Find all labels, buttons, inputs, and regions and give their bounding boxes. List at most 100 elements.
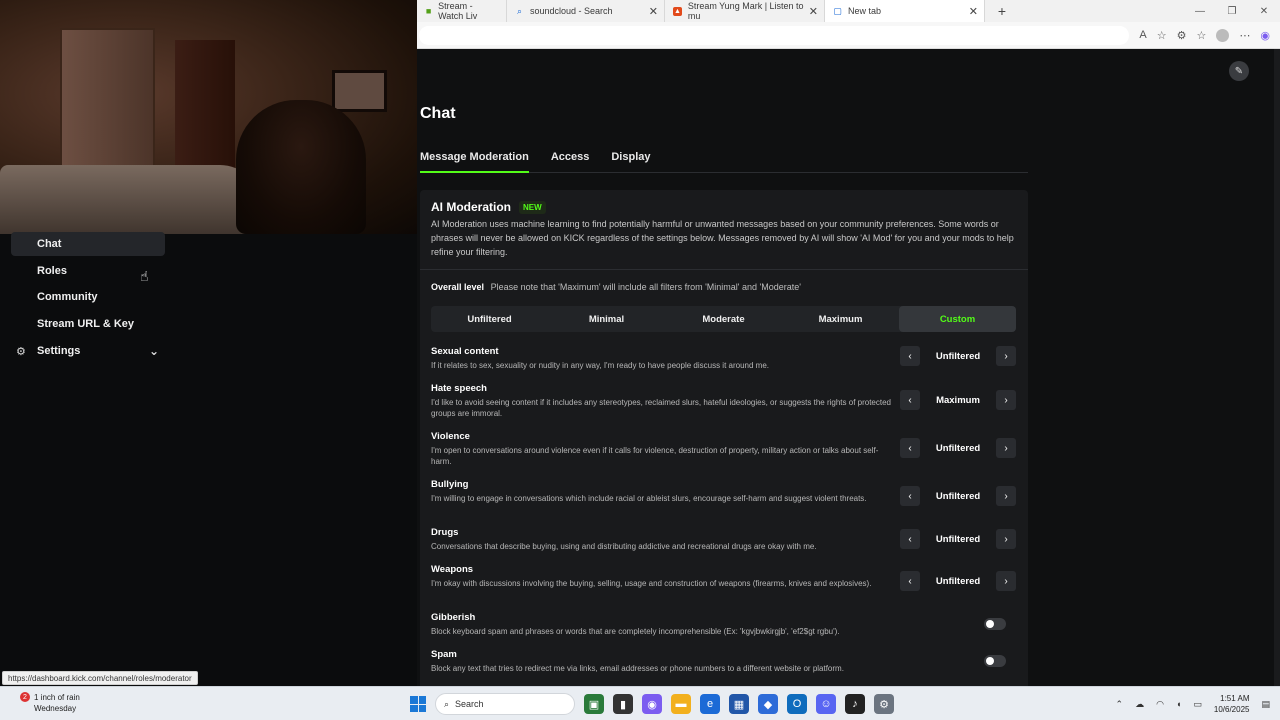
category-weapons: Weapons I'm okay with discussions involv… xyxy=(431,564,1016,591)
chevron-right-icon[interactable]: › xyxy=(996,571,1016,591)
extension-icon[interactable]: ⚙ xyxy=(1177,29,1187,42)
profile-avatar[interactable] xyxy=(1216,28,1230,42)
system-tray: ⌃ ☁ ◠ ◖ ▭ 1:51 AM 10/6/2025 ▤ xyxy=(1116,693,1270,715)
chevron-right-icon[interactable]: › xyxy=(996,486,1016,506)
chevron-left-icon[interactable]: ‹ xyxy=(900,346,920,366)
browser-tab-soundcloud-search[interactable]: ⌕ soundcloud - Search ✕ xyxy=(507,0,665,22)
sidebar-item-stream-url-key[interactable]: Stream URL & Key xyxy=(11,312,165,336)
category-description: I'm open to conversations around violenc… xyxy=(431,446,879,466)
sidebar-item-label: Roles xyxy=(37,265,67,277)
windows-taskbar: 2 1 inch of rain Wednesday ⌕ Search ▣ ▮ … xyxy=(0,686,1280,720)
level-option-moderate[interactable]: Moderate xyxy=(665,306,782,332)
webcam-wall-frame xyxy=(332,70,387,112)
chevron-right-icon[interactable]: › xyxy=(996,529,1016,549)
gibberish-toggle[interactable] xyxy=(984,618,1006,630)
store-icon[interactable]: ▦ xyxy=(729,694,749,714)
category-violence: Violence I'm open to conversations aroun… xyxy=(431,431,1016,467)
battery-icon[interactable]: ▭ xyxy=(1193,699,1202,710)
url-input[interactable] xyxy=(419,25,1130,45)
sidebar-item-chat[interactable]: Chat xyxy=(11,232,165,256)
browser-tab-soundcloud-stream[interactable]: ▲ Stream Yung Mark | Listen to mu ✕ xyxy=(665,0,825,22)
category-hate-speech: Hate speech I'd like to avoid seeing con… xyxy=(431,383,1016,419)
more-menu-icon[interactable]: ⋯ xyxy=(1239,29,1250,42)
webcam-bed xyxy=(0,165,260,234)
close-icon[interactable]: ✕ xyxy=(969,5,978,18)
tab-access[interactable]: Access xyxy=(551,145,590,173)
chevron-right-icon[interactable]: › xyxy=(996,438,1016,458)
chevron-left-icon[interactable]: ‹ xyxy=(900,571,920,591)
sidebar-item-community[interactable]: Community xyxy=(11,285,165,309)
read-aloud-icon[interactable]: A xyxy=(1139,29,1146,41)
spam-toggle[interactable] xyxy=(984,655,1006,667)
clock[interactable]: 1:51 AM 10/6/2025 xyxy=(1214,693,1250,715)
user-avatar[interactable]: ✎ xyxy=(1229,61,1249,81)
category-level-value: Unfiltered xyxy=(935,442,981,454)
chevron-left-icon[interactable]: ‹ xyxy=(900,390,920,410)
level-option-unfiltered[interactable]: Unfiltered xyxy=(431,306,548,332)
soundcloud-icon: ▲ xyxy=(673,6,682,16)
notifications-icon[interactable]: ▤ xyxy=(1261,699,1270,710)
category-level-value: Unfiltered xyxy=(935,490,981,502)
new-tab-button[interactable]: + xyxy=(991,0,1013,22)
outlook-icon[interactable]: O xyxy=(787,694,807,714)
category-description: I'm okay with discussions involving the … xyxy=(431,579,872,588)
browser-tab-kick[interactable]: ■ Stream - Watch Liv xyxy=(417,0,507,22)
dropbox-icon[interactable]: ◆ xyxy=(758,694,778,714)
taskbar-center: ⌕ Search ▣ ▮ ◉ ▬ e ▦ ◆ O ☺ ♪ ⚙ xyxy=(410,693,894,715)
toggle-description: Block keyboard spam and phrases or words… xyxy=(431,627,840,636)
webcam-overlay xyxy=(0,0,417,234)
level-option-custom[interactable]: Custom xyxy=(899,306,1016,332)
browser-tab-bar: ■ Stream - Watch Liv ⌕ soundcloud - Sear… xyxy=(417,0,1280,22)
search-icon: ⌕ xyxy=(516,5,523,16)
chevron-right-icon[interactable]: › xyxy=(995,390,1016,410)
close-icon[interactable]: ✕ xyxy=(649,5,658,18)
close-window-icon[interactable]: ✕ xyxy=(1248,0,1280,22)
sidebar-item-settings[interactable]: ⚙ Settings ⌄ xyxy=(11,339,165,363)
favorite-star-icon[interactable]: ☆ xyxy=(1157,29,1167,42)
category-level-stepper: ‹ Unfiltered › xyxy=(900,529,1016,549)
chevron-right-icon[interactable]: › xyxy=(996,346,1016,366)
tab-display[interactable]: Display xyxy=(611,145,650,173)
chevron-left-icon[interactable]: ‹ xyxy=(900,486,920,506)
copilot-taskbar-icon[interactable]: ◉ xyxy=(642,694,662,714)
favorites-icon[interactable]: ☆ xyxy=(1197,29,1207,42)
chevron-left-icon[interactable]: ‹ xyxy=(900,529,920,549)
category-level-stepper: ‹ Unfiltered › xyxy=(900,346,1016,366)
volume-icon[interactable]: ◖ xyxy=(1176,699,1181,709)
window-controls: — ❐ ✕ xyxy=(1184,0,1280,22)
close-icon[interactable]: ✕ xyxy=(809,5,818,18)
main-scrollbar[interactable] xyxy=(1274,49,1280,686)
toggle-gibberish: Gibberish Block keyboard spam and phrase… xyxy=(431,612,1016,637)
media-app-icon[interactable]: ♪ xyxy=(845,694,865,714)
minimize-icon[interactable]: — xyxy=(1184,0,1216,22)
weather-line-2: Wednesday xyxy=(34,704,77,713)
windows-start-icon[interactable] xyxy=(410,696,426,712)
copilot-icon[interactable]: ◉ xyxy=(1260,29,1270,42)
level-option-maximum[interactable]: Maximum xyxy=(782,306,899,332)
category-bullying: Bullying I'm willing to engage in conver… xyxy=(431,479,1016,506)
settings-gear-icon[interactable]: ⚙ xyxy=(874,694,894,714)
chevron-down-icon[interactable]: ⌄ xyxy=(149,344,159,358)
overall-level-selector: Unfiltered Minimal Moderate Maximum Cust… xyxy=(431,306,1016,332)
wifi-icon[interactable]: ◠ xyxy=(1156,699,1164,710)
browser-tab-new-tab[interactable]: ▢ New tab ✕ xyxy=(825,0,985,22)
level-option-minimal[interactable]: Minimal xyxy=(548,306,665,332)
edge-browser-icon[interactable]: e xyxy=(700,694,720,714)
file-explorer-icon[interactable]: ▬ xyxy=(671,694,691,714)
search-icon: ⌕ xyxy=(444,698,450,709)
chevron-left-icon[interactable]: ‹ xyxy=(900,438,920,458)
chevron-up-icon[interactable]: ⌃ xyxy=(1116,699,1124,710)
maximize-icon[interactable]: ❐ xyxy=(1216,0,1248,22)
tab-message-moderation[interactable]: Message Moderation xyxy=(420,145,529,173)
weather-widget[interactable]: 2 1 inch of rain Wednesday xyxy=(18,692,80,714)
discord-icon[interactable]: ☺ xyxy=(816,694,836,714)
onedrive-icon[interactable]: ☁ xyxy=(1135,699,1144,710)
category-level-value: Unfiltered xyxy=(935,575,981,587)
clock-time: 1:51 AM xyxy=(1220,694,1250,703)
game-app-icon[interactable]: ▣ xyxy=(584,694,604,714)
category-level-value: Unfiltered xyxy=(935,533,981,545)
task-view-icon[interactable]: ▮ xyxy=(613,694,633,714)
category-sexual-content: Sexual content If it relates to sex, sex… xyxy=(431,346,1016,371)
taskbar-search[interactable]: ⌕ Search xyxy=(435,693,575,715)
page-title: Chat xyxy=(420,105,456,122)
